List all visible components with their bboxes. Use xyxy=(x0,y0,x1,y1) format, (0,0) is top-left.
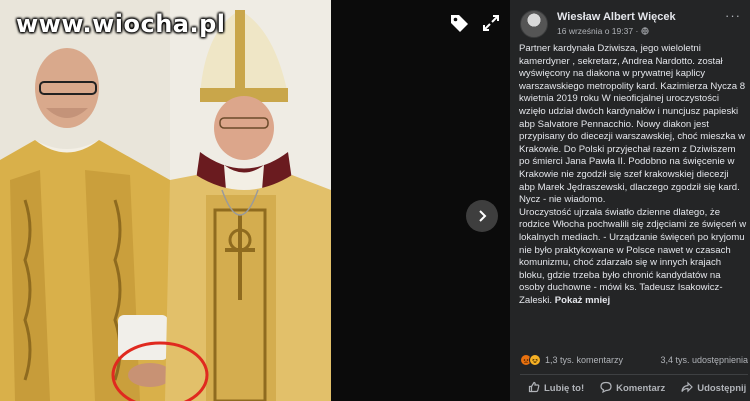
post-time-text[interactable]: 16 września o 19:37 · xyxy=(557,26,641,36)
reaction-icons[interactable] xyxy=(520,354,541,366)
author-name[interactable]: Wiesław Albert Więcek xyxy=(557,11,676,23)
post-panel: Wiesław Albert Więcek 16 września o 19:3… xyxy=(510,0,750,401)
divider xyxy=(520,374,748,375)
avatar[interactable] xyxy=(520,10,548,38)
comment-label: Komentarz xyxy=(616,382,666,394)
comment-icon xyxy=(600,381,612,396)
photo-viewer: www.wiocha.pl xyxy=(0,0,510,401)
post-actions: Lubię to! Komentarz Udostępnij xyxy=(520,378,748,398)
expand-icon[interactable] xyxy=(478,10,504,36)
post-paragraph: Partner kardynała Dziwisza, jego wielole… xyxy=(519,43,746,206)
comment-button[interactable]: Komentarz xyxy=(592,379,673,398)
watermark-text: www.wiocha.pl xyxy=(16,10,226,38)
post-stats: 1,3 tys. komentarzy 3,4 tys. udostępnien… xyxy=(545,355,748,365)
haha-icon xyxy=(529,354,541,366)
post-paragraph: Uroczystość ujrzała światło dzienne dlat… xyxy=(519,207,747,308)
globe-icon xyxy=(641,26,649,36)
tag-icon[interactable] xyxy=(446,10,472,36)
post-photo[interactable]: www.wiocha.pl xyxy=(0,0,331,401)
post-body: Partner kardynała Dziwisza, jego wielole… xyxy=(519,43,747,307)
like-button[interactable]: Lubię to! xyxy=(520,379,592,398)
comments-count[interactable]: 1,3 tys. komentarzy xyxy=(545,355,623,365)
post-timestamp[interactable]: 16 września o 19:37 · xyxy=(557,26,649,36)
share-icon xyxy=(681,381,694,396)
chevron-right-icon[interactable] xyxy=(466,200,498,232)
shares-count[interactable]: 3,4 tys. udostępnienia xyxy=(660,355,748,365)
share-button[interactable]: Udostępnij xyxy=(673,379,750,398)
like-icon xyxy=(528,381,540,396)
post-paragraph-text: Uroczystość ujrzała światło dzienne dlat… xyxy=(519,206,747,306)
reactions-bar: 1,3 tys. komentarzy 3,4 tys. udostępnien… xyxy=(520,353,748,367)
photo-illustration xyxy=(0,0,331,401)
share-label: Udostępnij xyxy=(697,382,747,394)
post-header: Wiesław Albert Więcek 16 września o 19:3… xyxy=(520,9,745,40)
show-less-link[interactable]: Pokaż mniej xyxy=(555,295,610,306)
like-label: Lubię to! xyxy=(544,382,585,394)
more-icon[interactable]: ··· xyxy=(723,9,743,26)
